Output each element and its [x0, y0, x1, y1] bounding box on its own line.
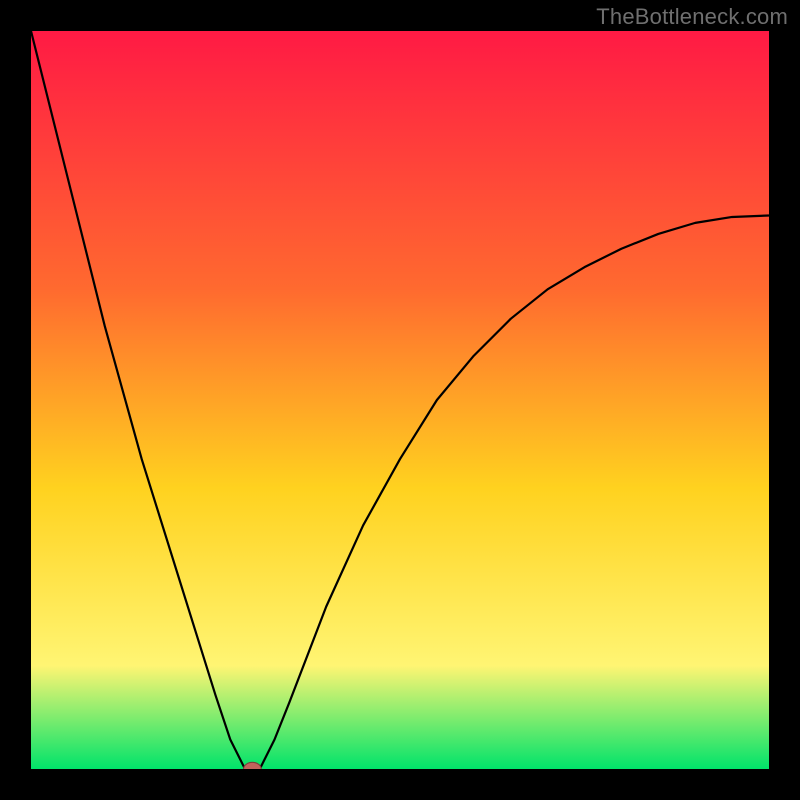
chart-frame: TheBottleneck.com: [0, 0, 800, 800]
plot-area: [31, 31, 769, 769]
chart-svg: [31, 31, 769, 769]
gradient-background: [31, 31, 769, 769]
watermark-text: TheBottleneck.com: [596, 4, 788, 30]
